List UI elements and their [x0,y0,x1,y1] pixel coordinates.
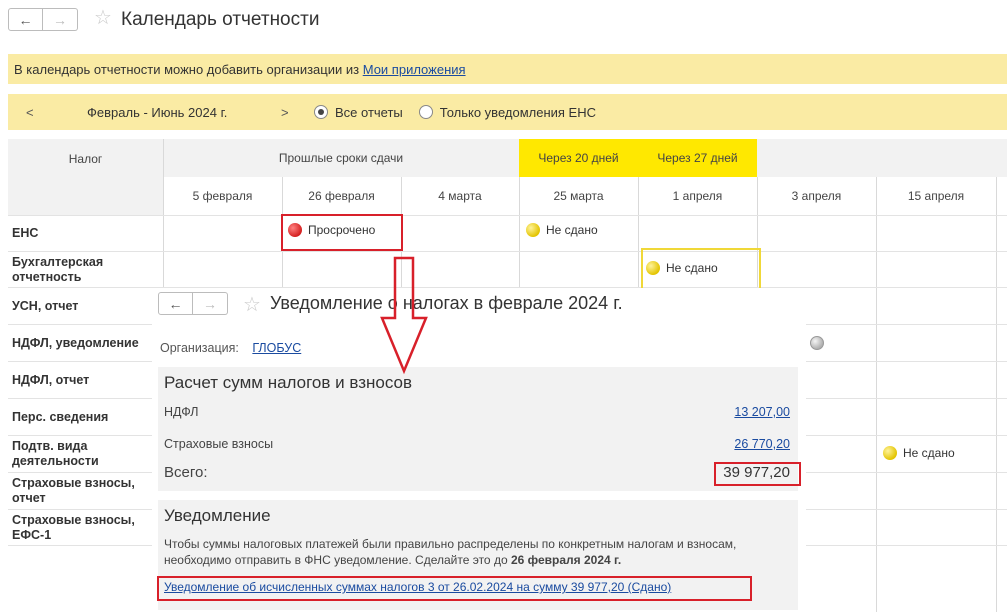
ndfl-amount-link[interactable]: 13 207,00 [734,405,790,419]
prev-period-button[interactable]: < [26,105,46,120]
radio-all-label: Все отчеты [335,104,403,120]
header-tax: Налог [8,139,163,215]
date-col: 4 марта [438,189,482,203]
header-blank [757,139,1007,177]
row-divider [8,251,1007,252]
popup-back-button[interactable]: ← [158,292,193,315]
back-button[interactable]: ← [8,8,43,31]
row-label[interactable]: УСН, отчет [8,288,163,324]
period-label: Февраль - Июнь 2024 г. [87,104,228,120]
arrow-left-icon: ← [18,11,33,28]
page-title: Календарь отчетности [121,9,320,30]
insurance-amount-link[interactable]: 26 770,20 [734,437,790,451]
total-label: Всего: [164,464,208,481]
status-ndfl-grey[interactable] [810,336,830,350]
radio-ens-only[interactable]: Только уведомления ЕНС [418,104,596,120]
org-link[interactable]: ГЛОБУС [252,341,301,355]
row-label[interactable]: Перс. сведения [8,399,163,435]
date-col: 25 марта [553,189,604,203]
notice-deadline: 26 февраля 2024 г. [510,553,622,567]
yellow-status-icon [883,446,897,460]
notice-text: Чтобы суммы налоговых платежей были прав… [164,536,774,568]
status-accounting-not-sent[interactable]: Не сдано [646,261,718,275]
row-label[interactable]: Страховые взносы, ЕФС-1 [8,510,148,545]
date-col: 3 апреля [791,189,842,203]
grid-divider [996,177,997,612]
header-tax-label: Налог [68,152,103,166]
period-bar: < Февраль - Июнь 2024 г. > Все отчеты То… [8,94,1007,130]
arrow-right-icon: → [203,295,217,312]
arrow-left-icon: ← [168,295,183,312]
annotation-frame [714,462,801,486]
favorite-star-icon[interactable]: ☆ [94,8,112,28]
header-in20-label: Через 20 дней [538,151,619,165]
grid-divider [876,177,877,612]
status-ens-not-sent[interactable]: Не сдано [526,223,598,237]
popup-history-nav: ← → [158,292,228,315]
row-label[interactable]: НДФЛ, отчет [8,362,163,398]
status-text: Не сдано [666,261,718,275]
banner-text: В календарь отчетности можно добавить ор… [14,62,360,77]
header-in-20-days: Через 20 дней [519,139,638,177]
insurance-row: Страховые взносы 26 770,20 [164,437,790,451]
info-banner: В календарь отчетности можно добавить ор… [8,54,1007,84]
annotation-frame [281,214,403,251]
header-past: Прошлые сроки сдачи [163,139,519,177]
radio-ens-label: Только уведомления ЕНС [439,104,596,120]
yellow-status-icon [646,261,660,275]
row-label[interactable]: ЕНС [8,216,163,251]
popup-title: Уведомление о налогах в феврале 2024 г. [270,293,623,313]
favorite-star-icon[interactable]: ☆ [243,292,261,317]
radio-all-reports[interactable]: Все отчеты [314,105,403,120]
insurance-label: Страховые взносы [164,437,274,451]
ndfl-row: НДФЛ 13 207,00 [164,405,790,419]
row-label[interactable]: Подтв. вида деятельности [8,436,128,472]
row-label[interactable]: НДФЛ, уведомление [8,325,163,361]
ndfl-label: НДФЛ [164,405,199,419]
status-text: Не сдано [903,446,955,460]
header-in-27-days: Через 27 дней [638,139,757,177]
radio-unselected-icon[interactable] [418,105,433,119]
date-col: 1 апреля [672,189,723,203]
annotation-frame [157,576,752,601]
notice-title: Уведомление [164,506,271,525]
next-period-button[interactable]: > [281,105,303,120]
annotation-arrow-icon [380,256,428,375]
row-label[interactable]: Бухгалтерская отчетность [8,252,148,287]
date-col: 26 февраля [308,189,375,203]
total-row: Всего: 39 977,20 [164,464,790,481]
my-apps-link[interactable]: Мои приложения [363,62,466,77]
date-col: 15 апреля [907,189,965,203]
calc-title: Расчет сумм налогов и взносов [164,373,413,392]
forward-button[interactable]: → [43,8,78,31]
radio-selected-icon[interactable] [314,105,328,119]
date-col: 5 февраля [192,189,253,203]
notice-main-text: Чтобы суммы налоговых платежей были прав… [164,537,737,567]
history-nav: ← → [8,8,78,31]
status-text: Не сдано [546,223,598,237]
status-activity-not-sent[interactable]: Не сдано [883,446,955,460]
arrow-right-icon: → [53,11,67,28]
tax-notice-window: ← → ☆ Уведомление о налогах в феврале 20… [152,288,806,612]
calc-section: Расчет сумм налогов и взносов НДФЛ 13 20… [158,367,798,491]
organization-row: Организация: ГЛОБУС [160,341,301,355]
popup-forward-button[interactable]: → [193,292,228,315]
yellow-status-icon [526,223,540,237]
org-label: Организация: [160,341,239,355]
header-in27-label: Через 27 дней [657,151,738,165]
row-label[interactable]: Страховые взносы, отчет [8,473,148,509]
grey-status-icon [810,336,824,350]
header-past-label: Прошлые сроки сдачи [278,151,404,165]
